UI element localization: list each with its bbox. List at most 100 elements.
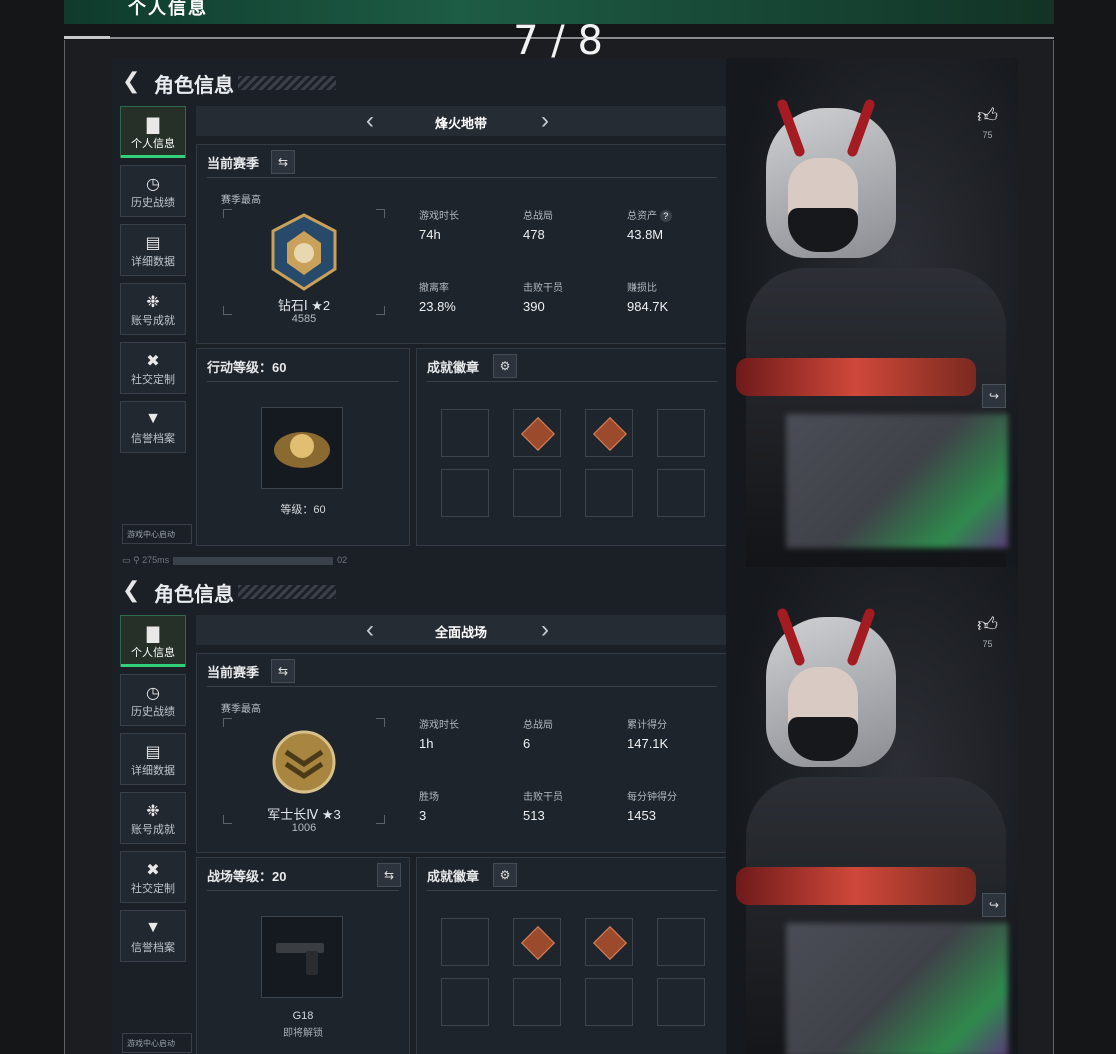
sidebar: ▇ 个人信息 ◷ 历史战绩 ▤ 详细数据 ❉ 账号成就 ✖ 社交定制 ▼ 信誉档案 [120,106,186,460]
season-best-label: 赛季最高 [221,195,261,206]
sidebar-item-details[interactable]: ▤ 详细数据 [120,224,186,276]
header-title: 个人信息 [128,0,208,18]
season-label: 当前赛季 [207,156,260,171]
page-title: 角色信息 [154,75,234,97]
achievement-slot[interactable] [441,918,489,966]
character-portrait: 👍︎ 75 ↪ [726,567,1018,1054]
share-icon[interactable]: ↪ [982,893,1006,917]
swap-icon[interactable]: ⇆ [377,863,401,887]
like-button[interactable]: 👍︎ 75 [977,613,998,649]
like-count: 75 [982,639,993,649]
achievement-slot[interactable] [585,918,633,966]
screenshot-1: ❮ 角色信息 ▇ 个人信息 ◷ 历史战绩 ▤ 详细数据 ❉ 账号成就 ✖ 社交定制 ▼ 信誉… [112,58,1018,567]
sidebar-item-social[interactable]: ✖ 社交定制 [120,342,186,394]
achievement-slot[interactable] [585,409,633,457]
sidebar-item-social[interactable]: ✖ 社交定制 [120,851,186,903]
achievement-panel: 成就徽章 ⚙ [416,857,728,1054]
sidebar-item-details[interactable]: ▤ 详细数据 [120,733,186,785]
rank-points: 4585 [291,313,317,325]
stat-play-time: 游戏时长 74h [419,211,459,242]
stat-total-matches: 总战局 6 [523,720,553,751]
like-button[interactable]: 👍︎ 75 [977,104,998,140]
sidebar-item-reputation[interactable]: ▼ 信誉档案 [120,401,186,453]
mode-name: 烽火地带 [434,116,487,131]
achievement-slot[interactable] [513,409,561,457]
rank-name: 钻石Ⅰ ★2 [277,298,331,313]
clock-icon: ◷ [146,176,160,193]
game-center-badge[interactable]: 游戏中心启动 [122,1033,192,1053]
back-arrow-icon[interactable]: ❮ [122,68,140,94]
season-best-label: 赛季最高 [221,704,261,715]
level-label: 战场等级：20 [207,869,287,884]
level-panel: 战场等级：20 ⇆ G18 即将解锁 [196,857,410,1054]
season-panel: 当前赛季 ⇆ 赛季最高 军士长Ⅳ ★3 1006 游戏时长 1h 总战局 6 累计得… [196,653,728,853]
achievement-slot[interactable] [657,469,705,517]
mode-selector: ‹ 烽火地带 › [196,106,726,136]
dragon-badge-icon [521,417,555,451]
blurred-region [786,923,1008,1054]
next-mode-button[interactable]: › [541,616,549,644]
shield-icon: ▼ [145,410,161,427]
level-label: 行动等级：60 [207,360,287,375]
level-panel: 行动等级：60 等级：60 [196,348,410,546]
achievement-slot[interactable] [441,978,489,1026]
achievement-slot[interactable] [657,978,705,1026]
stat-kills: 击败干员 390 [523,283,563,314]
share-icon[interactable]: ↪ [982,384,1006,408]
achievement-slot[interactable] [513,978,561,1026]
achievement-slot[interactable] [513,918,561,966]
back-arrow-icon[interactable]: ❮ [122,577,140,603]
sidebar-item-achievements[interactable]: ❉ 账号成就 [120,792,186,844]
sidebar-item-history[interactable]: ◷ 历史战绩 [120,674,186,726]
swap-icon[interactable]: ⇆ [271,150,295,174]
sidebar-item-reputation[interactable]: ▼ 信誉档案 [120,910,186,962]
stat-total-score: 累计得分 147.1K [627,720,669,751]
shield-icon: ▼ [145,919,161,936]
stat-score-per-minute: 每分钟得分 1453 [627,792,677,823]
level-caption: 等级：60 [280,504,326,516]
folder-icon: ▤ [145,744,161,761]
horse-badge-icon [593,926,627,960]
stat-profit-ratio: 赚损比 984.7K [627,283,669,314]
level-caption: G18 [292,1010,314,1022]
bar-chart-icon: ▇ [146,117,160,134]
bar-chart-icon: ▇ [146,626,160,643]
page-header: ❮ 角色信息 [122,575,382,606]
like-count: 75 [982,130,993,140]
stat-extraction-rate: 撤离率 23.8% [419,283,456,314]
sidebar-item-personal-info[interactable]: ▇ 个人信息 [120,106,186,158]
medal-icon: ❉ [146,294,160,311]
status-bar: ▭ ⚲ 275ms 02 [122,555,348,565]
help-icon[interactable]: ? [659,210,672,222]
next-mode-button[interactable]: › [541,107,549,135]
level-emblem-icon [261,407,343,489]
character-portrait: 👍︎ 75 ↪ [726,58,1018,567]
achievement-slot[interactable] [585,469,633,517]
tools-icon: ✖ [146,862,160,879]
stat-play-time: 游戏时长 1h [419,720,459,751]
achievement-slot[interactable] [585,978,633,1026]
rank-points: 1006 [291,822,317,834]
achievement-slot[interactable] [657,918,705,966]
sidebar-item-history[interactable]: ◷ 历史战绩 [120,165,186,217]
achievement-slot[interactable] [441,409,489,457]
achievement-panel: 成就徽章 ⚙ [416,348,728,546]
mode-selector: ‹ 全面战场 › [196,615,726,645]
weapon-icon [261,916,343,998]
tools-icon: ✖ [146,353,160,370]
achievement-label: 成就徽章 [427,869,480,884]
gear-icon[interactable]: ⚙ [493,863,517,887]
achievement-slot[interactable] [441,469,489,517]
sidebar-item-achievements[interactable]: ❉ 账号成就 [120,283,186,335]
game-center-badge[interactable]: 游戏中心启动 [122,524,192,544]
gear-icon[interactable]: ⚙ [493,354,517,378]
mode-name: 全面战场 [434,625,487,640]
horse-badge-icon [593,417,627,451]
achievement-slot[interactable] [513,469,561,517]
sidebar-item-personal-info[interactable]: ▇ 个人信息 [120,615,186,667]
achievement-slot[interactable] [657,409,705,457]
unlock-caption: 即将解锁 [283,1028,323,1039]
title-decoration [238,76,336,90]
achievement-label: 成就徽章 [427,360,480,375]
swap-icon[interactable]: ⇆ [271,659,295,683]
